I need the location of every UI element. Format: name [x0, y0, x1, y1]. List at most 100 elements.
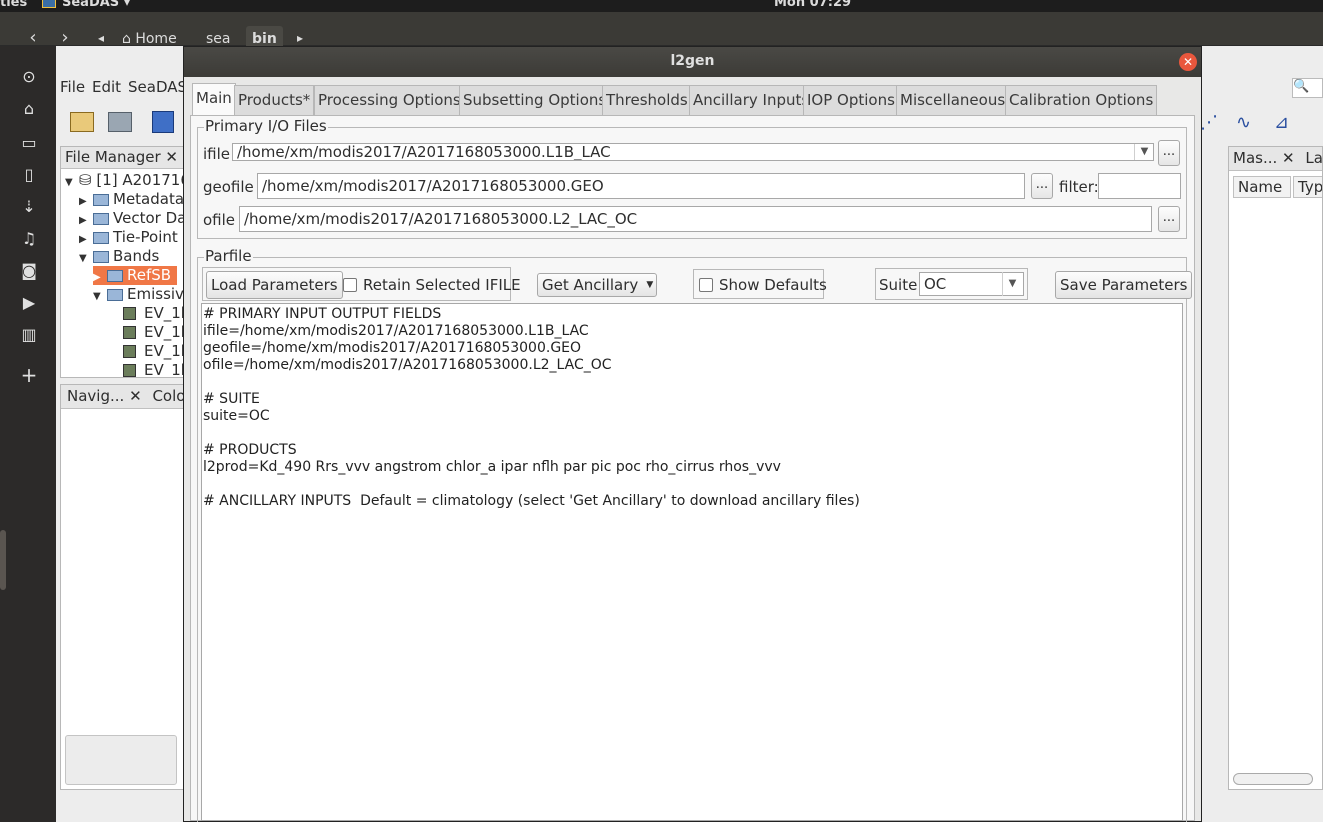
- tree-product-label: [1] A201716: [96, 171, 184, 189]
- folder-open-icon: [93, 250, 109, 263]
- tree-band-label: EV_1k: [144, 342, 183, 360]
- parfile-line: ifile=/home/xm/modis2017/A2017168053000.…: [203, 323, 589, 339]
- save-icon[interactable]: [108, 112, 132, 132]
- tree-metadata-label: Metadata: [113, 190, 184, 208]
- tree-band[interactable]: EV_1k: [123, 323, 183, 342]
- ifile-combo[interactable]: /home/xm/modis2017/A2017168053000.L1B_LA…: [232, 143, 1154, 161]
- parfile-group-label: Parfile: [204, 247, 253, 265]
- tree-vector-data[interactable]: ▶ Vector Da: [79, 209, 183, 228]
- plus-icon[interactable]: +: [16, 362, 42, 388]
- tab-subsetting-options[interactable]: Subsetting Options: [459, 85, 611, 115]
- parfile-line: # PRIMARY INPUT OUTPUT FIELDS: [203, 306, 442, 322]
- parfile-line: suite=OC: [203, 408, 270, 424]
- band-icon: [123, 307, 136, 320]
- navigation-thumbnail[interactable]: [65, 735, 177, 785]
- app-menu[interactable]: SeaDAS ▾: [42, 0, 130, 10]
- tree-emissive[interactable]: ▼Emissive: [93, 285, 183, 304]
- histogram-icon[interactable]: ∿: [1236, 112, 1260, 133]
- tree-bands[interactable]: ▼ Bands: [79, 247, 159, 266]
- search-field[interactable]: 🔍: [1292, 78, 1323, 98]
- get-ancillary-button[interactable]: Get Ancillary ▼: [537, 273, 658, 297]
- band-icon: [123, 364, 136, 377]
- tab-main[interactable]: Main: [192, 83, 236, 116]
- tab-mask[interactable]: Mas...: [1233, 149, 1277, 167]
- filter-field[interactable]: [1098, 173, 1181, 199]
- document-icon[interactable]: ▯: [16, 162, 42, 188]
- parfile-line: # ANCILLARY INPUTS Default = climatology…: [203, 493, 860, 509]
- video-icon[interactable]: ▶: [16, 290, 42, 316]
- geofile-field[interactable]: /home/xm/modis2017/A2017168053000.GEO: [257, 173, 1025, 199]
- home-folder-icon[interactable]: ⌂: [16, 96, 42, 122]
- tree-product[interactable]: ▼ ⛁ [1] A201716: [65, 171, 184, 192]
- search-icon: 🔍: [1293, 79, 1310, 94]
- tree-band[interactable]: EV_1k: [123, 342, 183, 361]
- recent-icon[interactable]: ⊙: [16, 64, 42, 90]
- parfile-line: l2prod=Kd_490 Rrs_vvv angstrom chlor_a i…: [203, 459, 781, 475]
- tab-layer[interactable]: Lay: [1305, 149, 1322, 167]
- tab-products[interactable]: Products*: [234, 85, 315, 115]
- ifile-dropdown-icon[interactable]: ▼: [1134, 144, 1154, 160]
- tab-miscellaneous[interactable]: Miscellaneous: [896, 85, 1010, 115]
- download-icon[interactable]: ⇣: [16, 194, 42, 220]
- retain-ifile-label: Retain Selected IFILE: [363, 276, 521, 294]
- scatter-plot-icon[interactable]: ⋰: [1200, 112, 1224, 133]
- close-tab-icon[interactable]: ✕: [129, 387, 142, 405]
- expand-arrow-icon[interactable]: ▼: [65, 173, 79, 192]
- parfile-line: # SUITE: [203, 391, 260, 407]
- ofile-field[interactable]: /home/xm/modis2017/A2017168053000.L2_LAC…: [239, 206, 1152, 232]
- tab-iop-options[interactable]: IOP Options: [803, 85, 899, 115]
- tab-calibration-options[interactable]: Calibration Options: [1005, 85, 1158, 115]
- ifile-browse-button[interactable]: ...: [1158, 140, 1180, 166]
- tab-navigation[interactable]: Navig...: [67, 387, 124, 405]
- l2gen-dialog: l2gen ✕ Main Products* Processing Option…: [183, 46, 1202, 822]
- tree-band[interactable]: EV_1k: [123, 361, 183, 377]
- column-name[interactable]: Name: [1233, 176, 1291, 198]
- folder-open-icon: [107, 288, 123, 301]
- ofile-browse-button[interactable]: ...: [1158, 206, 1180, 232]
- clock[interactable]: Mon 07:29: [774, 0, 851, 10]
- tree-refsb[interactable]: ▶ RefSB: [93, 266, 177, 285]
- file-manager-tab-label: File Manager: [65, 148, 161, 166]
- close-tab-icon[interactable]: ✕: [1282, 149, 1295, 167]
- tab-processing-options[interactable]: Processing Options: [314, 85, 465, 115]
- tab-thresholds[interactable]: Thresholds: [602, 85, 692, 115]
- tab-colour[interactable]: Color: [152, 387, 183, 405]
- io-files-group-label: Primary I/O Files: [204, 117, 328, 135]
- file-manager-tab[interactable]: File Manager ✕: [61, 147, 183, 169]
- menu-edit[interactable]: Edit: [92, 78, 121, 96]
- suite-dropdown-icon[interactable]: ▼: [1002, 272, 1022, 296]
- function-icon[interactable]: [152, 111, 174, 133]
- camera-icon[interactable]: ◙: [16, 258, 42, 284]
- activities-button[interactable]: ties: [0, 0, 27, 10]
- parfile-text-area[interactable]: # PRIMARY INPUT OUTPUT FIELDS ifile=/home…: [201, 303, 1183, 821]
- open-folder-icon[interactable]: [70, 112, 94, 132]
- folder-icon[interactable]: ▭: [16, 130, 42, 156]
- home-icon: ⌂: [122, 31, 131, 47]
- column-type[interactable]: Typ: [1293, 176, 1322, 198]
- close-tab-icon[interactable]: ✕: [165, 148, 178, 166]
- folder-icon: [93, 193, 109, 206]
- retain-ifile-checkbox[interactable]: [343, 278, 357, 292]
- trash-icon[interactable]: ▥: [16, 322, 42, 348]
- tab-ancillary-inputs[interactable]: Ancillary Inputs: [689, 85, 814, 115]
- load-parameters-button[interactable]: Load Parameters: [206, 271, 343, 299]
- save-parameters-button[interactable]: Save Parameters: [1055, 271, 1193, 299]
- parfile-line: ofile=/home/xm/modis2017/A2017168053000.…: [203, 357, 612, 373]
- music-icon[interactable]: ♫: [16, 226, 42, 252]
- profile-plot-icon[interactable]: ⊿: [1274, 112, 1298, 133]
- geofile-browse-button[interactable]: ...: [1031, 173, 1053, 199]
- horizontal-scrollbar[interactable]: [1233, 773, 1313, 785]
- file-manager-panel: File Manager ✕ ▼ ⛁ [1] A201716 ▶ Metadata …: [60, 146, 184, 378]
- tree-metadata[interactable]: ▶ Metadata: [79, 190, 184, 209]
- product-icon: ⛁: [79, 171, 92, 189]
- dock-scrollbar[interactable]: [0, 530, 6, 590]
- menu-file[interactable]: File: [60, 78, 85, 96]
- show-defaults-checkbox[interactable]: [699, 278, 713, 292]
- menu-seadas[interactable]: SeaDAS: [128, 78, 187, 96]
- navigation-panel: Navig... ✕ Color: [60, 384, 184, 790]
- folder-icon: [93, 212, 109, 225]
- tree-tie-point[interactable]: ▶ Tie-Point: [79, 228, 178, 247]
- tree-band[interactable]: EV_1k: [123, 304, 183, 323]
- close-button[interactable]: ✕: [1179, 53, 1197, 71]
- folder-icon: [107, 269, 123, 282]
